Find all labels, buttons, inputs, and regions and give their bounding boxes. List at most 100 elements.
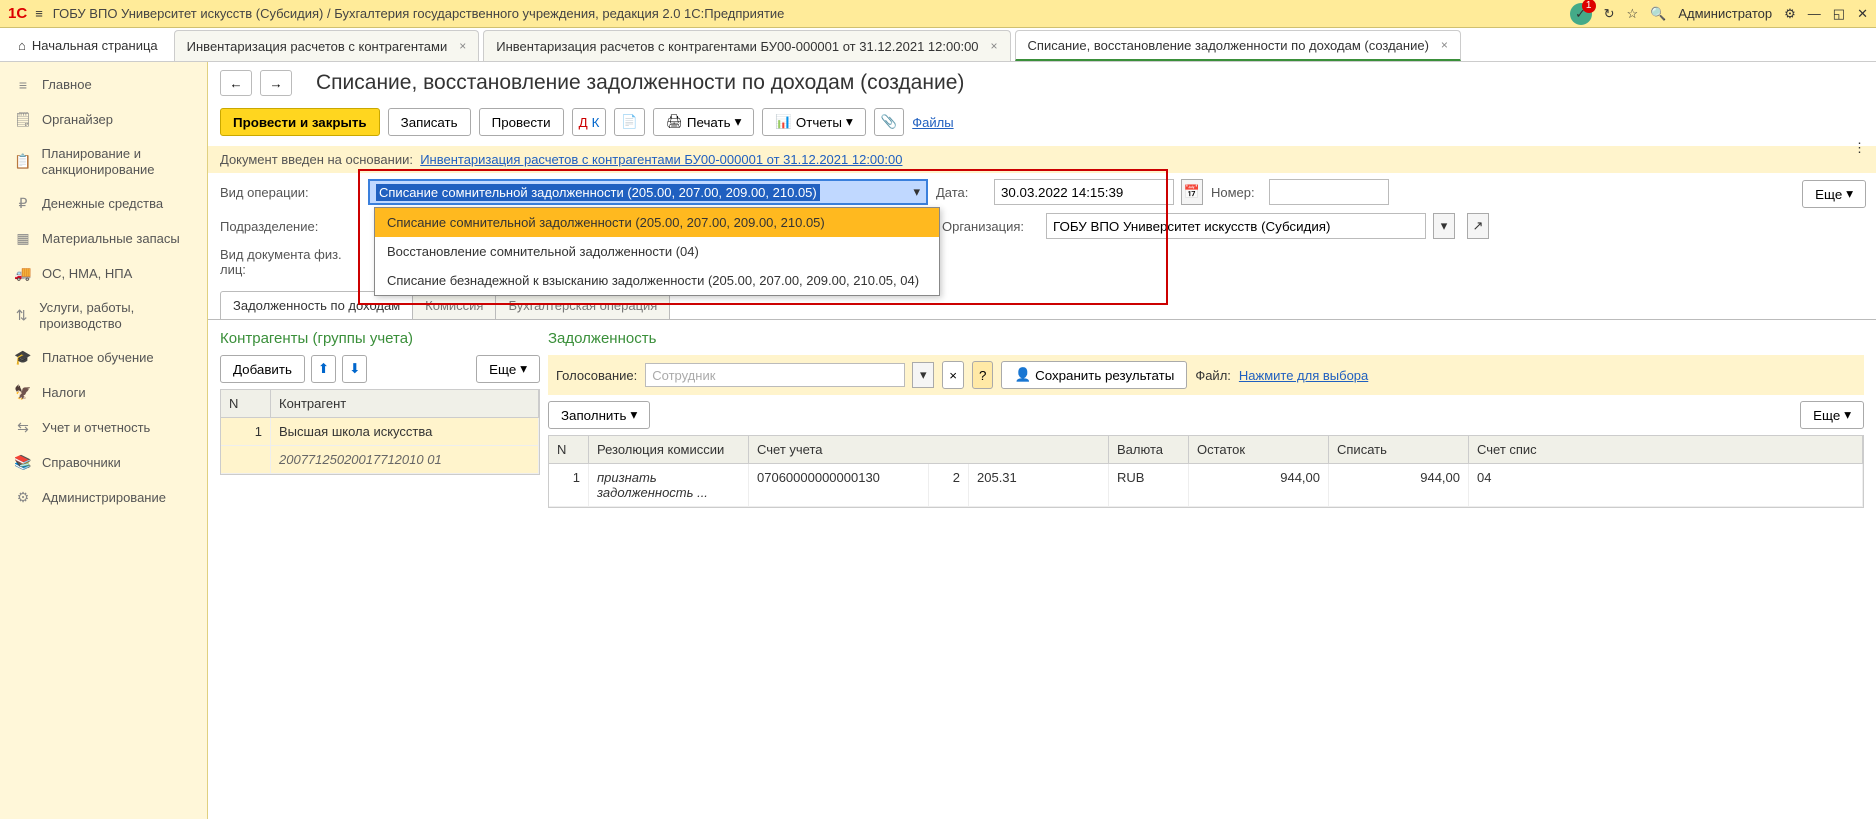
table-row[interactable]: 1 Высшая школа искусства bbox=[221, 418, 539, 446]
sidebar-item-education[interactable]: 🎓Платное обучение bbox=[0, 340, 207, 375]
sidebar-item-accounting[interactable]: ⇆ Учет и отчетность bbox=[0, 410, 207, 445]
col-writeoff: Списать bbox=[1329, 436, 1469, 463]
post-button[interactable]: Провести bbox=[479, 108, 564, 136]
save-button[interactable]: Записать bbox=[388, 108, 471, 136]
sidebar-item-admin[interactable]: ⚙Администрирование bbox=[0, 480, 207, 515]
page-title: Списание, восстановление задолженности п… bbox=[316, 71, 964, 95]
ruble-icon: ₽ bbox=[14, 195, 32, 212]
dropdown-option-1[interactable]: Списание сомнительной задолженности (205… bbox=[375, 208, 939, 237]
grid-icon: ▦ bbox=[14, 230, 32, 247]
col-contractor: Контрагент bbox=[271, 390, 539, 417]
dropdown-option-3[interactable]: Списание безнадежной к взысканию задолже… bbox=[375, 266, 939, 295]
move-down-button[interactable]: ⬇ bbox=[342, 355, 367, 383]
operation-type-select[interactable]: Списание сомнительной задолженности (205… bbox=[368, 179, 928, 205]
date-label: Дата: bbox=[936, 185, 986, 200]
more-button-left[interactable]: Еще ▾ bbox=[476, 355, 540, 383]
add-button[interactable]: Добавить bbox=[220, 355, 305, 383]
contractors-panel: Контрагенты (группы учета) Добавить ⬆ ⬇ … bbox=[220, 326, 540, 508]
kebab-icon[interactable]: ⋮ bbox=[1853, 140, 1866, 156]
save-results-button[interactable]: 👤 Сохранить результаты bbox=[1001, 361, 1187, 389]
sidebar-item-materials[interactable]: ▦Материальные запасы bbox=[0, 221, 207, 256]
sidebar-label: Главное bbox=[42, 77, 92, 93]
tab-writeoff[interactable]: Списание, восстановление задолженности п… bbox=[1015, 30, 1461, 61]
eagle-icon: 🦅 bbox=[14, 384, 32, 401]
restore-icon[interactable]: ◱ bbox=[1833, 6, 1845, 22]
clear-button[interactable]: × bbox=[942, 361, 964, 389]
forward-button[interactable]: → bbox=[260, 70, 292, 96]
col-balance: Остаток bbox=[1189, 436, 1329, 463]
close-icon[interactable]: × bbox=[1441, 38, 1448, 52]
tab-inventory1[interactable]: Инвентаризация расчетов с контрагентами … bbox=[174, 30, 480, 61]
date-input[interactable] bbox=[994, 179, 1174, 205]
attach-button[interactable]: 📎 bbox=[874, 108, 905, 136]
col-account: Счет учета bbox=[749, 436, 1109, 463]
move-up-button[interactable]: ⬆ bbox=[311, 355, 336, 383]
reports-button[interactable]: 📊 Отчеты ▾ bbox=[762, 108, 865, 136]
sidebar-item-main[interactable]: ≡ Главное bbox=[0, 68, 207, 102]
help-button[interactable]: ? bbox=[972, 361, 993, 389]
number-label: Номер: bbox=[1211, 185, 1261, 200]
tab-home-label: Начальная страница bbox=[32, 38, 158, 53]
sidebar-item-organizer[interactable]: 🗒Органайзер bbox=[0, 102, 207, 137]
calendar-icon[interactable]: 📅 bbox=[1181, 179, 1203, 205]
transfer-icon: ⇅ bbox=[14, 307, 29, 324]
sidebar-item-refs[interactable]: 📚Справочники bbox=[0, 445, 207, 480]
close-icon[interactable]: × bbox=[991, 39, 998, 53]
dropdown-option-2[interactable]: Восстановление сомнительной задолженност… bbox=[375, 237, 939, 266]
doc-icon-button[interactable]: 📄 bbox=[614, 108, 645, 136]
back-button[interactable]: ← bbox=[220, 70, 252, 96]
post-and-close-button[interactable]: Провести и закрыть bbox=[220, 108, 380, 136]
content: ← → Списание, восстановление задолженнос… bbox=[208, 62, 1876, 819]
sidebar-label: Денежные средства bbox=[42, 196, 163, 212]
sidebar-label: Учет и отчетность bbox=[42, 420, 150, 436]
planning-icon: 📋 bbox=[14, 153, 31, 170]
basis-link[interactable]: Инвентаризация расчетов с контрагентами … bbox=[420, 152, 902, 167]
debt-title: Задолженность bbox=[548, 326, 1864, 355]
operation-type-label: Вид операции: bbox=[220, 185, 360, 200]
list-icon: ≡ bbox=[14, 77, 32, 93]
popout-icon[interactable]: ↗ bbox=[1467, 213, 1489, 239]
sidebar-item-services[interactable]: ⇅Услуги, работы, производство bbox=[0, 291, 207, 340]
sidebar-item-money[interactable]: ₽ Денежные средства bbox=[0, 186, 207, 221]
department-label: Подразделение: bbox=[220, 219, 360, 234]
dtkt-button[interactable]: ДК bbox=[572, 108, 607, 136]
tab-inventory2[interactable]: Инвентаризация расчетов с контрагентами … bbox=[483, 30, 1010, 61]
info-basis: Документ введен на основании: Инвентариз… bbox=[208, 146, 1876, 173]
sidebar-item-assets[interactable]: 🚚ОС, НМА, НПА bbox=[0, 256, 207, 291]
tab-home[interactable]: ⌂ Начальная страница bbox=[6, 30, 170, 61]
number-input[interactable] bbox=[1269, 179, 1389, 205]
file-select-link[interactable]: Нажмите для выбора bbox=[1239, 368, 1368, 383]
fill-button[interactable]: Заполнить ▾ bbox=[548, 401, 650, 429]
exchange-icon: ⇆ bbox=[14, 419, 32, 436]
notifications-icon[interactable]: ✓1 bbox=[1570, 3, 1592, 25]
search-icon[interactable]: 🔍 bbox=[1650, 6, 1666, 22]
tab-label: Инвентаризация расчетов с контрагентами … bbox=[496, 39, 978, 54]
sidebar-label: Администрирование bbox=[42, 490, 166, 506]
sidebar-item-taxes[interactable]: 🦅Налоги bbox=[0, 375, 207, 410]
chevron-down-icon[interactable]: ▾ bbox=[912, 362, 934, 388]
sidebar-item-planning[interactable]: 📋Планирование и санкционирование bbox=[0, 137, 207, 186]
more-button-right[interactable]: Еще ▾ bbox=[1800, 401, 1864, 429]
close-icon[interactable]: × bbox=[459, 39, 466, 53]
col-n: N bbox=[221, 390, 271, 417]
user-name[interactable]: Администратор bbox=[1678, 6, 1772, 21]
document-tabs: ⌂ Начальная страница Инвентаризация расч… bbox=[0, 28, 1876, 62]
print-button[interactable]: 🖨 Печать ▾ bbox=[653, 108, 754, 136]
close-icon[interactable]: ✕ bbox=[1857, 6, 1868, 22]
table-row[interactable]: 1 признать задолженность ... 07060000000… bbox=[549, 464, 1863, 507]
organization-input[interactable] bbox=[1046, 213, 1426, 239]
minimize-icon[interactable]: — bbox=[1808, 6, 1821, 21]
chevron-down-icon: ▾ bbox=[913, 184, 920, 200]
table-row-sub[interactable]: 20077125020017712010 01 bbox=[221, 446, 539, 474]
settings-icon[interactable]: ⚙ bbox=[1784, 6, 1796, 22]
chevron-down-icon[interactable]: ▾ bbox=[1433, 213, 1455, 239]
employee-select[interactable]: Сотрудник bbox=[645, 363, 905, 387]
books-icon: 📚 bbox=[14, 454, 32, 471]
hamburger-icon[interactable]: ≡ bbox=[35, 6, 43, 21]
col-n: N bbox=[549, 436, 589, 463]
info-label: Документ введен на основании: bbox=[220, 152, 413, 167]
star-icon[interactable]: ☆ bbox=[1627, 6, 1639, 22]
sidebar-label: Органайзер bbox=[42, 112, 113, 128]
files-link[interactable]: Файлы bbox=[912, 115, 953, 130]
history-icon[interactable]: ↻ bbox=[1604, 6, 1615, 22]
